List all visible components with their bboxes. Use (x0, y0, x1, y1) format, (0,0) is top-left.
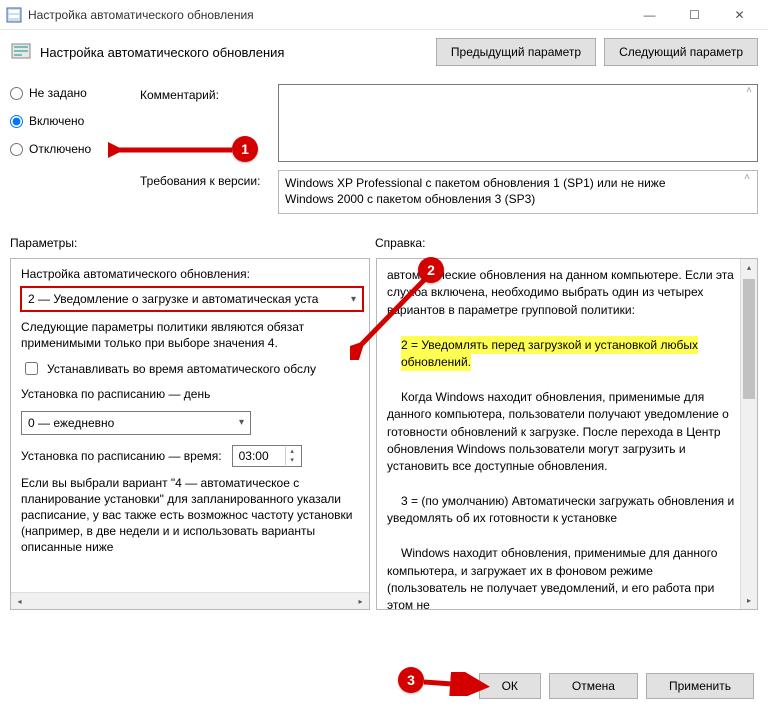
comment-label: Комментарий: (140, 84, 270, 102)
install-during-maintenance-row[interactable]: Устанавливать во время автоматического о… (21, 359, 363, 378)
scroll-right-icon[interactable]: ▸ (352, 593, 369, 609)
help-p3: Когда Windows находит обновления, примен… (387, 389, 735, 476)
options-heading: Параметры: (10, 236, 375, 250)
radio-disabled-input[interactable] (10, 143, 23, 156)
help-scrollbar-v[interactable]: ▴ ▸ (740, 259, 757, 609)
time-spinner[interactable]: ▴▾ (285, 447, 299, 465)
radio-enabled[interactable]: Включено (10, 114, 130, 128)
options-pane: Настройка автоматического обновления: 2 … (10, 258, 370, 610)
options-note-line-1: Следующие параметры политики являются об… (21, 320, 304, 334)
footer-buttons: ОК Отмена Применить (479, 673, 754, 699)
options-note-line-2: применимыми только при выборе значения 4… (21, 336, 278, 350)
help-p4: 3 = (по умолчанию) Автоматически загружа… (387, 493, 735, 528)
maximize-button[interactable]: ☐ (672, 1, 717, 29)
scroll-up-icon[interactable]: ▴ (741, 259, 757, 276)
window-title: Настройка автоматического обновления (28, 8, 627, 22)
update-config-label: Настройка автоматического обновления: (21, 267, 363, 281)
scroll-left-icon[interactable]: ◂ (11, 593, 28, 609)
chevron-down-icon: ▾ (239, 417, 244, 428)
scroll-up-icon: ˄ (746, 85, 752, 96)
help-p5: Windows находит обновления, применимые д… (387, 545, 735, 609)
help-p2-highlight: 2 = Уведомлять перед загрузкой и установ… (401, 336, 698, 371)
scroll-up-icon: ˄ (744, 171, 750, 185)
titlebar: Настройка автоматического обновления — ☐… (0, 0, 768, 30)
header-row: Настройка автоматического обновления Пре… (10, 38, 758, 66)
requirements-label: Требования к версии: (140, 170, 270, 188)
update-mode-value: 2 — Уведомление о загрузке и автоматичес… (28, 292, 318, 306)
options-note: Следующие параметры политики являются об… (21, 319, 363, 351)
install-during-maintenance-label: Устанавливать во время автоматического о… (47, 362, 316, 376)
schedule-day-value: 0 — ежедневно (28, 416, 114, 430)
schedule-time-input[interactable]: 03:00 ▴▾ (232, 445, 302, 467)
help-heading: Справка: (375, 236, 425, 250)
chevron-down-icon: ▾ (351, 294, 356, 305)
next-setting-button[interactable]: Следующий параметр (604, 38, 758, 66)
policy-icon (10, 41, 32, 63)
gp-config-icon (6, 7, 22, 23)
radio-disabled-label: Отключено (29, 142, 91, 156)
radio-enabled-input[interactable] (10, 115, 23, 128)
comment-textarea[interactable]: ˄ (278, 84, 758, 162)
schedule-day-dropdown[interactable]: 0 — ежедневно ▾ (21, 411, 251, 435)
install-during-maintenance-checkbox[interactable] (25, 362, 38, 375)
state-radios: Не задано Включено Отключено (10, 84, 130, 156)
radio-disabled[interactable]: Отключено (10, 142, 130, 156)
requirements-box: Windows XP Professional с пакетом обновл… (278, 170, 758, 214)
radio-not-configured-input[interactable] (10, 87, 23, 100)
requirements-line-2: Windows 2000 с пакетом обновления 3 (SP3… (285, 191, 751, 207)
options-scrollbar-h[interactable]: ◂ ▸ (11, 592, 369, 609)
minimize-button[interactable]: — (627, 1, 672, 29)
radio-not-configured-label: Не задано (29, 86, 87, 100)
schedule-time-label: Установка по расписанию — время: (21, 449, 222, 463)
ok-button[interactable]: ОК (479, 673, 541, 699)
close-button[interactable]: ✕ (717, 1, 762, 29)
apply-button[interactable]: Применить (646, 673, 754, 699)
scrollbar-thumb[interactable] (743, 279, 755, 399)
help-p1: автоматические обновления на данном комп… (387, 267, 735, 319)
update-mode-dropdown[interactable]: 2 — Уведомление о загрузке и автоматичес… (21, 287, 363, 311)
schedule-time-value: 03:00 (239, 449, 269, 463)
radio-enabled-label: Включено (29, 114, 84, 128)
scroll-down-icon[interactable]: ▸ (741, 592, 757, 609)
previous-setting-button[interactable]: Предыдущий параметр (436, 38, 596, 66)
options-footer-text: Если вы выбрали вариант "4 — автоматичес… (21, 475, 363, 556)
page-title: Настройка автоматического обновления (40, 45, 428, 60)
help-pane: автоматические обновления на данном комп… (376, 258, 758, 610)
annotation-3: 3 (398, 667, 424, 693)
schedule-day-label: Установка по расписанию — день (21, 386, 363, 402)
requirements-line-1: Windows XP Professional с пакетом обновл… (285, 175, 751, 191)
cancel-button[interactable]: Отмена (549, 673, 638, 699)
radio-not-configured[interactable]: Не задано (10, 86, 130, 100)
